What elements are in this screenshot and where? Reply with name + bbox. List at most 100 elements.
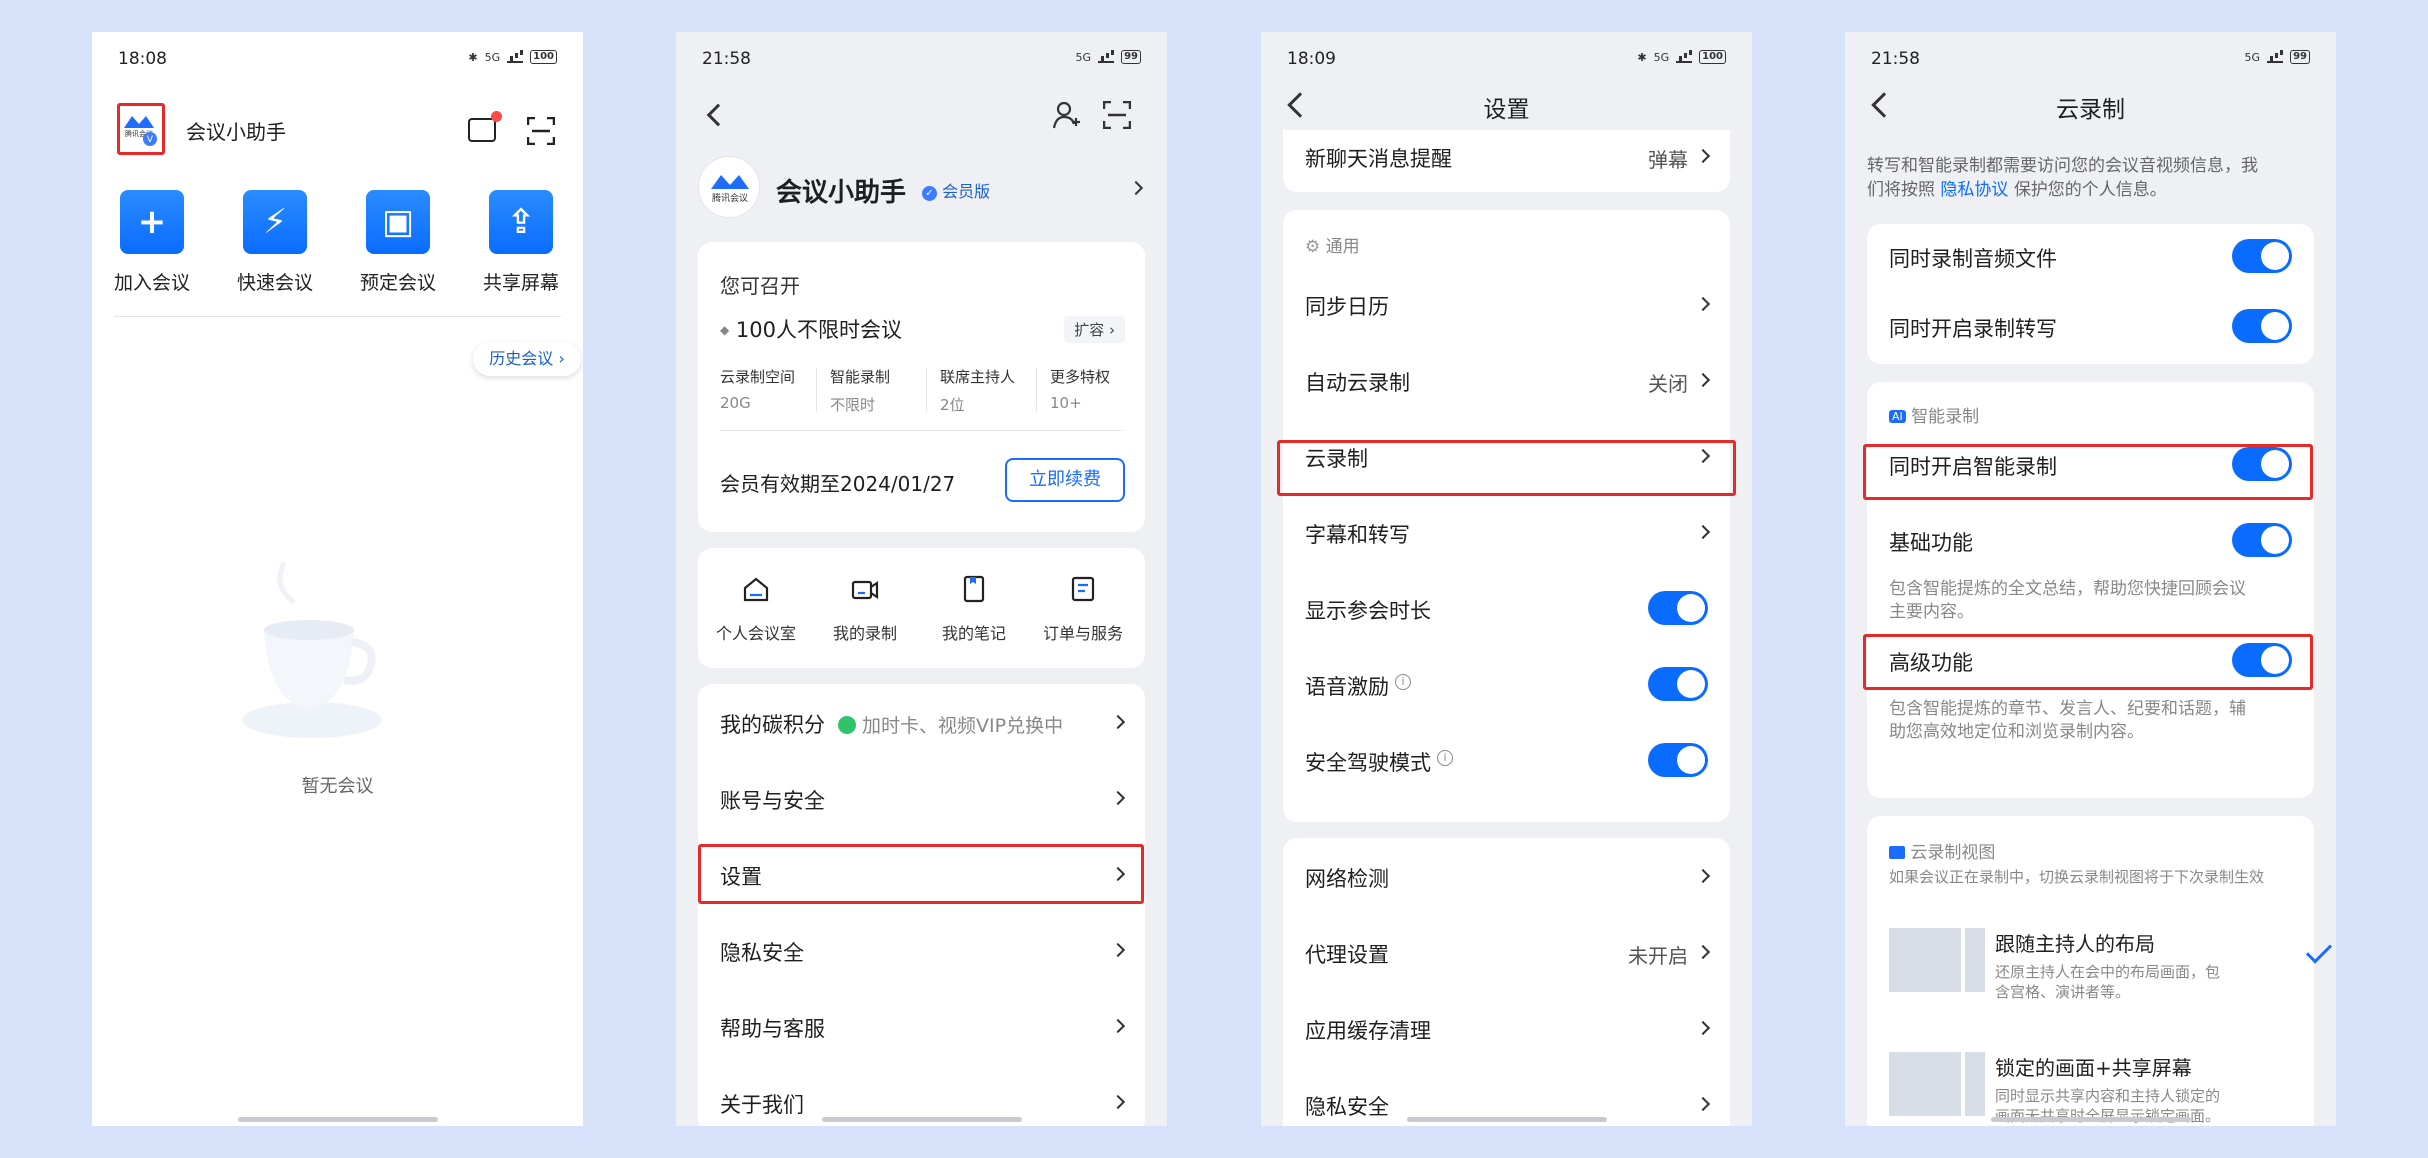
- shortcuts-card: 个人会议室 我的录制 我的笔记 订单与服务: [698, 548, 1145, 668]
- user-name: 会议小助手: [776, 178, 907, 208]
- stat-value: 2位: [940, 396, 965, 414]
- settings-row[interactable]: 应用缓存清理: [1283, 990, 1730, 1066]
- video-record-icon[interactable]: [850, 574, 880, 604]
- highlight-settings: [698, 844, 1144, 904]
- info-icon[interactable]: i: [1395, 674, 1411, 690]
- privacy-link[interactable]: 隐私协议: [1940, 180, 2008, 200]
- advanced-desc-2: 助您高效地定位和浏览录制内容。: [1889, 722, 2144, 742]
- chevron-right-icon: [1695, 944, 1711, 960]
- quick-action-label[interactable]: 快速会议: [220, 268, 330, 295]
- settings-row-label: 网络检测: [1305, 867, 1389, 891]
- menu-item[interactable]: 账号与安全: [698, 760, 1145, 836]
- add-contact-icon[interactable]: [1052, 100, 1082, 130]
- stat-label: 更多特权: [1050, 368, 1111, 386]
- plan-heading: 您可召开: [720, 274, 800, 298]
- chevron-right-icon: [1110, 790, 1126, 806]
- order-icon[interactable]: [1068, 574, 1098, 604]
- scan-icon[interactable]: [1102, 100, 1132, 130]
- recording-toggle-row[interactable]: 同时录制音频文件: [1867, 218, 2314, 294]
- info-icon[interactable]: i: [1437, 750, 1453, 766]
- settings-row-label: 安全驾驶模式: [1305, 751, 1431, 775]
- menu-item[interactable]: 隐私安全: [698, 912, 1145, 988]
- signal-icon: [2267, 51, 2284, 63]
- settings-row[interactable]: 代理设置 未开启: [1283, 914, 1730, 990]
- recording-toggle-label: 同时开启录制转写: [1889, 317, 2057, 341]
- settings-toggle[interactable]: [1648, 667, 1708, 701]
- battery-icon: 99: [2290, 50, 2310, 64]
- phone-screen-cloud-recording: 21:58 5G 99 云录制 转写和智能录制都需要访问您的会议音视频信息，我 们…: [1845, 32, 2336, 1126]
- profile-chevron-icon[interactable]: [1128, 180, 1144, 196]
- home-indicator: [821, 1117, 1022, 1122]
- chevron-right-icon: [1695, 524, 1711, 540]
- settings-row-label: 自动云录制: [1305, 371, 1410, 395]
- layout-thumbnail-side: [1965, 928, 1985, 992]
- shortcut-label[interactable]: 我的录制: [810, 620, 920, 644]
- basic-feature-toggle[interactable]: [2232, 523, 2292, 557]
- settings-row[interactable]: 网络检测: [1283, 838, 1730, 914]
- stat-divider: [816, 368, 817, 412]
- phone-screen-home: 18:08 ✱ 5G 100 腾讯会议 V 会议小助手 + 加入会议 ⚡ 快速会议 ▣ 预定会议…: [92, 32, 583, 1126]
- section-general-label: 通用: [1325, 237, 1360, 257]
- avatar[interactable]: 腾讯会议: [698, 156, 760, 218]
- shortcut-label[interactable]: 订单与服务: [1028, 620, 1138, 644]
- share-screen-icon[interactable]: ⇪: [489, 190, 553, 254]
- empty-cup-illustration: [232, 542, 392, 742]
- recording-toggle-row[interactable]: 同时开启录制转写: [1867, 288, 2314, 364]
- settings-row[interactable]: 字幕和转写: [1283, 494, 1730, 570]
- chat-notice-row[interactable]: 新聊天消息提醒 弹幕: [1283, 118, 1730, 194]
- carbon-promo-text: 加时卡、视频VIP兑换中: [862, 715, 1064, 737]
- chevron-right-icon: [1695, 372, 1711, 388]
- settings-row[interactable]: 同步日历: [1283, 266, 1730, 342]
- lightning-icon[interactable]: ⚡: [243, 190, 307, 254]
- recording-toggle[interactable]: [2232, 309, 2292, 343]
- layout-thumbnail: [1889, 928, 1961, 992]
- settings-row[interactable]: 安全驾驶模式 i: [1283, 722, 1730, 798]
- section-view-label: 云录制视图: [1910, 843, 1996, 863]
- plus-icon[interactable]: +: [120, 190, 184, 254]
- note-icon[interactable]: [959, 574, 989, 604]
- chevron-right-icon: [1695, 868, 1711, 884]
- recording-toggle[interactable]: [2232, 239, 2292, 273]
- view-option-follow-host[interactable]: 跟随主持人的布局 还原主持人在会中的布局画面，包 含宫格、演讲者等。: [1889, 928, 2333, 1008]
- carbon-points-row[interactable]: 我的碳积分 加时卡、视频VIP兑换中: [698, 684, 1145, 760]
- settings-toggle[interactable]: [1648, 743, 1708, 777]
- general-settings-card: ⚙ 通用 同步日历 自动云录制 关闭 云录制 字幕和转写 显示参会时长 语音激励 i 安全驾驶模…: [1283, 210, 1730, 822]
- home-indicator: [1990, 1117, 2191, 1122]
- settings-row-label: 隐私安全: [1305, 1095, 1389, 1119]
- menu-item[interactable]: 帮助与客服: [698, 988, 1145, 1064]
- menu-item-label: 隐私安全: [720, 941, 804, 965]
- highlight-smart-recording: [1863, 444, 2313, 500]
- scan-icon[interactable]: [526, 116, 556, 146]
- network-icon: 5G: [484, 50, 501, 64]
- back-button[interactable]: [706, 103, 730, 127]
- shortcut-label[interactable]: 我的笔记: [919, 620, 1029, 644]
- house-icon[interactable]: [741, 574, 771, 604]
- shortcut-label[interactable]: 个人会议室: [701, 620, 811, 644]
- renew-button[interactable]: 立即续费: [1005, 458, 1125, 502]
- settings-row-value: 关闭: [1648, 372, 1688, 396]
- settings-row-label: 语音激励: [1305, 675, 1389, 699]
- check-icon: [2305, 937, 2333, 964]
- quick-action-label[interactable]: 加入会议: [97, 268, 207, 295]
- settings-row[interactable]: 自动云录制 关闭: [1283, 342, 1730, 418]
- view-option-title: 锁定的画面+共享屏幕: [1995, 1056, 2192, 1080]
- settings-row[interactable]: 显示参会时长: [1283, 570, 1730, 646]
- chat-notice-value: 弹幕: [1648, 148, 1688, 172]
- highlight-logo: [117, 103, 165, 155]
- quick-action-label[interactable]: 共享屏幕: [466, 268, 576, 295]
- calendar-icon[interactable]: ▣: [366, 190, 430, 254]
- settings-row[interactable]: 语音激励 i: [1283, 646, 1730, 722]
- bluetooth-icon: ✱: [1637, 50, 1647, 64]
- chevron-right-icon: [1110, 1094, 1126, 1110]
- verified-icon: ✓: [922, 186, 937, 201]
- stat-label: 云录制空间: [720, 368, 796, 386]
- basic-feature-row[interactable]: 基础功能: [1867, 502, 2314, 578]
- quick-action-label[interactable]: 预定会议: [343, 268, 453, 295]
- chat-notice-label: 新聊天消息提醒: [1305, 147, 1452, 171]
- inbox-icon[interactable]: [468, 111, 502, 142]
- settings-toggle[interactable]: [1648, 591, 1708, 625]
- history-meetings-button[interactable]: 历史会议 ›: [473, 342, 581, 376]
- bluetooth-icon: ✱: [468, 50, 478, 64]
- expand-button[interactable]: 扩容 ›: [1064, 316, 1125, 343]
- view-option-locked-screen[interactable]: 锁定的画面+共享屏幕 同时显示共享内容和主持人锁定的 画面无共享时全屏显示锁定画面…: [1889, 1052, 2333, 1126]
